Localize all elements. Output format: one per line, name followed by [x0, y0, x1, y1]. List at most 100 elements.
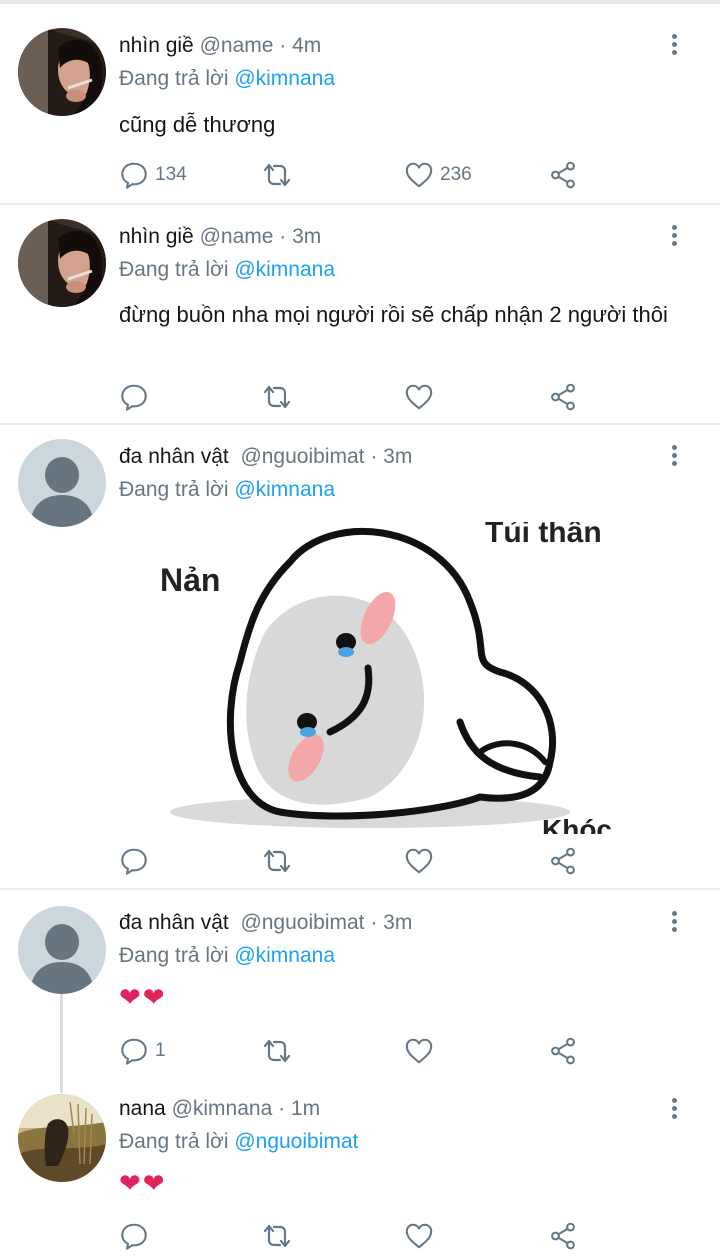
like-count: 236: [440, 164, 472, 185]
reply-count: 1: [155, 1040, 166, 1061]
display-name[interactable]: nhìn giề: [119, 34, 194, 57]
more-options-button[interactable]: [662, 1098, 686, 1128]
like-button[interactable]: 236: [404, 158, 472, 192]
avatar-image: [18, 219, 106, 307]
user-handle[interactable]: @nguoibimat: [240, 911, 364, 934]
retweet-button[interactable]: [261, 1034, 293, 1068]
share-icon: [548, 846, 578, 876]
tweet-card[interactable]: nana @kimnana · 1m Đang trả lời @nguoibi…: [0, 1080, 720, 1259]
tweet-card[interactable]: nhìn giề @name · 3m Đang trả lời @kimnan…: [0, 205, 720, 423]
user-handle[interactable]: @kimnana: [172, 1097, 273, 1120]
heart-icon: [404, 846, 434, 876]
share-icon: [548, 160, 578, 190]
comment-icon: [119, 382, 149, 412]
share-button[interactable]: [548, 380, 578, 414]
display-name[interactable]: đa nhân vật: [119, 445, 229, 468]
tweet-image-meme[interactable]: Nản Tủi thân Khóc: [140, 522, 640, 834]
replying-to-label: Đang trả lời: [119, 67, 229, 90]
more-options-button[interactable]: [662, 445, 686, 475]
comment-icon: [119, 160, 149, 190]
timestamp: · 3m: [279, 225, 322, 248]
avatar[interactable]: [18, 219, 106, 307]
more-options-button[interactable]: [662, 225, 686, 255]
tweet-header: đa nhân vật @nguoibimat · 3m: [119, 445, 412, 469]
meme-label-bottom: Khóc: [542, 814, 612, 834]
avatar-image: [18, 1094, 106, 1182]
avatar[interactable]: [18, 906, 106, 994]
tweet-header: nana @kimnana · 1m: [119, 1097, 320, 1121]
like-button[interactable]: [404, 1034, 434, 1068]
tweet-text: ❤❤: [119, 982, 167, 1012]
replying-to: Đang trả lời @kimnana: [119, 67, 335, 91]
replying-to-label: Đang trả lời: [119, 1130, 229, 1153]
user-handle[interactable]: @name: [200, 34, 274, 57]
display-name[interactable]: nana: [119, 1097, 166, 1120]
retweet-button[interactable]: [261, 1219, 293, 1253]
user-handle[interactable]: @nguoibimat: [240, 445, 364, 468]
reply-button[interactable]: 1: [119, 1034, 166, 1068]
meme-label-top: Tủi thân: [485, 522, 602, 549]
avatar[interactable]: [18, 28, 106, 116]
reply-button[interactable]: 134: [119, 158, 187, 192]
default-avatar-image: [18, 439, 106, 527]
meme-label-left: Nản: [160, 562, 221, 598]
heart-icon: [404, 1036, 434, 1066]
heart-icon: [404, 1221, 434, 1251]
avatar-image: [18, 28, 106, 116]
user-handle[interactable]: @name: [200, 225, 274, 248]
retweet-icon: [261, 845, 293, 877]
like-button[interactable]: [404, 380, 434, 414]
timestamp: · 1m: [278, 1097, 321, 1120]
retweet-button[interactable]: [261, 844, 293, 878]
replying-to-label: Đang trả lời: [119, 478, 229, 501]
share-button[interactable]: [548, 158, 578, 192]
reply-count: 134: [155, 164, 187, 185]
display-name[interactable]: nhìn giề: [119, 225, 194, 248]
heart-icon: [404, 382, 434, 412]
more-options-button[interactable]: [662, 34, 686, 64]
replying-to-mention[interactable]: @kimnana: [234, 478, 335, 501]
tweet-card[interactable]: đa nhân vật @nguoibimat · 3m Đang trả lờ…: [0, 890, 720, 1080]
comment-icon: [119, 1036, 149, 1066]
retweet-button[interactable]: [261, 158, 293, 192]
share-button[interactable]: [548, 1219, 578, 1253]
replying-to: Đang trả lời @nguoibimat: [119, 1130, 358, 1154]
tweet-text: ❤❤: [119, 1168, 167, 1198]
share-button[interactable]: [548, 1034, 578, 1068]
reply-button[interactable]: [119, 380, 149, 414]
reply-button[interactable]: [119, 844, 149, 878]
like-button[interactable]: [404, 844, 434, 878]
share-icon: [548, 1221, 578, 1251]
replying-to-mention[interactable]: @kimnana: [234, 67, 335, 90]
tweet-header: đa nhân vật @nguoibimat · 3m: [119, 911, 412, 935]
replying-to-mention[interactable]: @kimnana: [234, 944, 335, 967]
retweet-icon: [261, 159, 293, 191]
default-avatar-image: [18, 906, 106, 994]
replying-to: Đang trả lời @kimnana: [119, 258, 335, 282]
retweet-icon: [261, 1220, 293, 1252]
more-vertical-icon: [662, 445, 686, 466]
replying-to-label: Đang trả lời: [119, 944, 229, 967]
timestamp: · 3m: [370, 445, 413, 468]
replying-to-mention[interactable]: @kimnana: [234, 258, 335, 281]
replying-to-mention[interactable]: @nguoibimat: [234, 1130, 358, 1153]
reply-button[interactable]: [119, 1219, 149, 1253]
retweet-icon: [261, 1035, 293, 1067]
like-button[interactable]: [404, 1219, 434, 1253]
more-options-button[interactable]: [662, 911, 686, 941]
share-button[interactable]: [548, 844, 578, 878]
display-name[interactable]: đa nhân vật: [119, 911, 229, 934]
replying-to: Đang trả lời @kimnana: [119, 944, 335, 968]
timestamp: · 3m: [370, 911, 413, 934]
avatar[interactable]: [18, 1094, 106, 1182]
comment-icon: [119, 1221, 149, 1251]
share-icon: [548, 1036, 578, 1066]
avatar[interactable]: [18, 439, 106, 527]
replying-to: Đang trả lời @kimnana: [119, 478, 335, 502]
heart-icon: [404, 160, 434, 190]
replying-to-label: Đang trả lời: [119, 258, 229, 281]
retweet-button[interactable]: [261, 380, 293, 414]
tweet-card[interactable]: nhìn giề @name · 4m Đang trả lời @kimnan…: [0, 0, 720, 203]
tweet-text: đừng buồn nha mọi người rồi sẽ chấp nhận…: [119, 302, 668, 327]
comment-icon: [119, 846, 149, 876]
